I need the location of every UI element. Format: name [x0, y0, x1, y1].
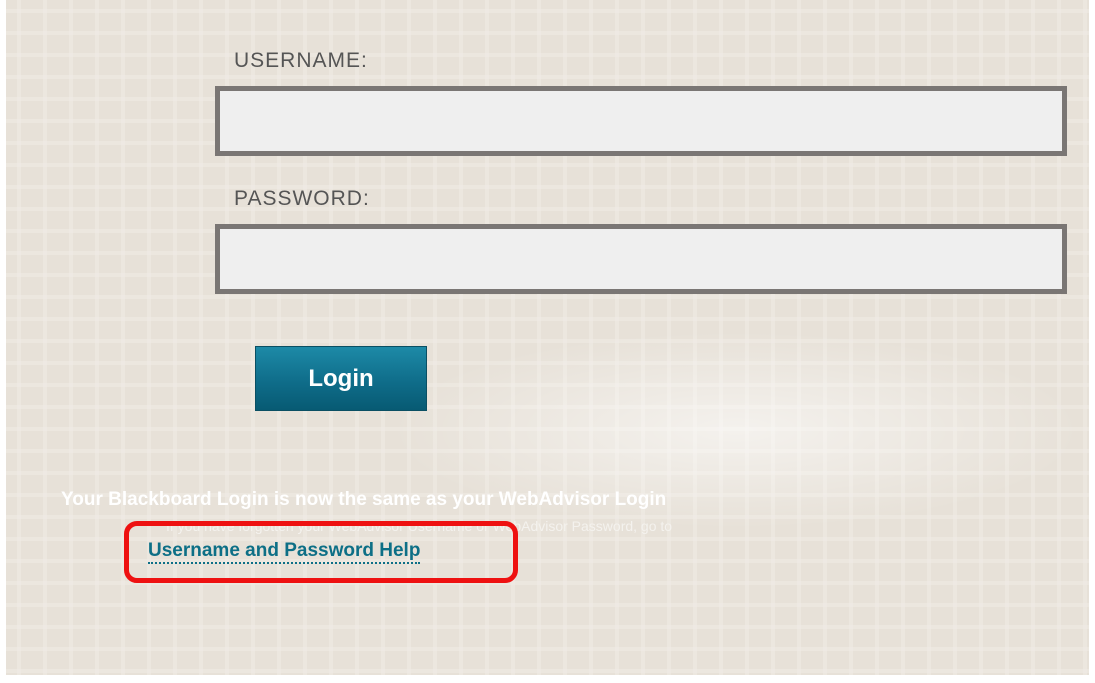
- password-label: PASSWORD:: [234, 187, 370, 210]
- login-button[interactable]: Login: [255, 346, 427, 411]
- password-input[interactable]: [215, 224, 1067, 294]
- username-password-help-link[interactable]: Username and Password Help: [148, 540, 421, 564]
- login-notice-subtext: If you have forgotten your WebAdvisor Us…: [166, 518, 673, 534]
- login-page: USERNAME: PASSWORD: Login Your Blackboar…: [6, 0, 1089, 675]
- username-input[interactable]: [215, 86, 1067, 156]
- username-label: USERNAME:: [234, 49, 368, 72]
- login-notice-headline: Your Blackboard Login is now the same as…: [61, 489, 667, 510]
